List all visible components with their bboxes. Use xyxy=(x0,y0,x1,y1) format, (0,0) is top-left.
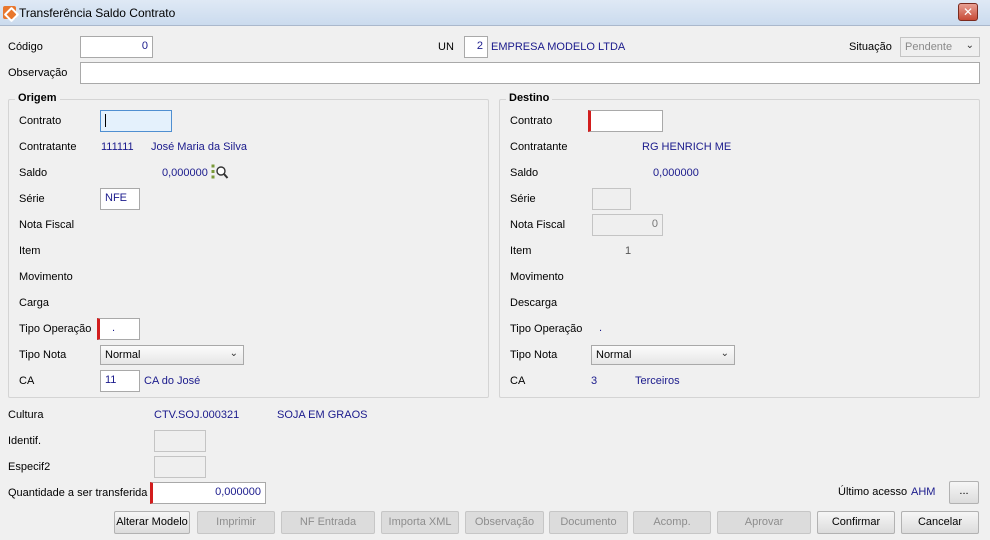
destino-ca-value: 3 xyxy=(591,375,598,387)
quantidade-label: Quantidade a ser transferida xyxy=(8,487,148,499)
destino-ca-name: Terceiros xyxy=(635,375,680,387)
close-button[interactable]: ✕ xyxy=(958,3,978,21)
origem-nota-fiscal-label: Nota Fiscal xyxy=(19,219,75,231)
documento-button[interactable]: Documento xyxy=(549,511,628,534)
aprovar-button[interactable]: Aprovar xyxy=(717,511,811,534)
text-cursor xyxy=(105,114,106,127)
observacao-button[interactable]: Observação xyxy=(465,511,544,534)
importa-xml-button[interactable]: Importa XML xyxy=(381,511,459,534)
codigo-input[interactable]: 0 xyxy=(80,36,153,58)
destino-item-label: Item xyxy=(510,245,532,257)
destino-contratante-name: RG HENRICH ME xyxy=(642,141,732,153)
cultura-code: CTV.SOJ.000321 xyxy=(154,409,240,421)
destino-tipo-nota-select[interactable]: Normal ⌄ xyxy=(591,345,735,365)
destino-tipo-nota-label: Tipo Nota xyxy=(510,349,558,361)
cultura-label: Cultura xyxy=(8,409,44,421)
un-input[interactable]: 2 xyxy=(464,36,488,58)
cancelar-button[interactable]: Cancelar xyxy=(901,511,979,534)
origem-contratante-name: José Maria da Silva xyxy=(151,141,247,153)
destino-tipo-nota-value: Normal xyxy=(596,349,632,361)
app-logo-icon xyxy=(3,6,16,19)
situacao-select[interactable]: Pendente ⌄ xyxy=(900,37,980,57)
origem-carga-label: Carga xyxy=(19,297,49,309)
destino-serie-label: Série xyxy=(510,193,536,205)
destino-contratante-label: Contratante xyxy=(510,141,568,153)
origem-item-label: Item xyxy=(19,245,41,257)
origem-ca-label: CA xyxy=(19,375,35,387)
destino-item-value: 1 xyxy=(625,245,632,257)
especif-input[interactable] xyxy=(154,456,206,478)
origem-contratante-code: 111111 xyxy=(101,141,134,153)
close-icon: ✕ xyxy=(962,5,974,19)
identif-input[interactable] xyxy=(154,430,206,452)
destino-saldo-value: 0,000000 xyxy=(653,167,699,179)
situacao-label: Situação xyxy=(849,41,892,53)
un-label: UN xyxy=(438,41,454,53)
empresa-name: EMPRESA MODELO LTDA xyxy=(491,41,626,53)
origem-contratante-label: Contratante xyxy=(19,141,77,153)
cultura-name: SOJA EM GRAOS xyxy=(277,409,368,421)
destino-ca-label: CA xyxy=(510,375,526,387)
destino-title: Destino xyxy=(506,92,553,104)
origem-tipo-nota-label: Tipo Nota xyxy=(19,349,67,361)
destino-nota-fiscal-input[interactable]: 0 xyxy=(592,214,663,236)
destino-tipo-operacao-label: Tipo Operação xyxy=(510,323,583,335)
nf-entrada-button[interactable]: NF Entrada xyxy=(281,511,375,534)
chevron-down-icon: ⌄ xyxy=(965,40,974,51)
quantidade-input[interactable]: 0,000000 xyxy=(150,482,266,504)
origem-contrato-label: Contrato xyxy=(19,115,62,127)
alterar-modelo-button[interactable]: Alterar Modelo xyxy=(114,511,190,534)
origem-saldo-label: Saldo xyxy=(19,167,48,179)
origem-ca-name: CA do José xyxy=(144,375,201,387)
origem-title: Origem xyxy=(15,92,60,104)
acomp-button[interactable]: Acomp. xyxy=(633,511,711,534)
especif-label: Especif2 xyxy=(8,461,51,473)
destino-group: Destino xyxy=(499,92,980,398)
ultimo-acesso-value: AHM xyxy=(911,486,936,498)
origem-tipo-operacao-input[interactable]: . xyxy=(97,318,140,340)
destino-nota-fiscal-label: Nota Fiscal xyxy=(510,219,566,231)
ultimo-acesso-label: Último acesso xyxy=(838,486,908,498)
origem-saldo-value: 0,000000 xyxy=(162,167,208,179)
chevron-down-icon: ⌄ xyxy=(720,348,729,359)
confirmar-button[interactable]: Confirmar xyxy=(817,511,895,534)
origem-movimento-label: Movimento xyxy=(19,271,73,283)
magnifier-icon[interactable] xyxy=(211,164,229,180)
origem-tipo-nota-select[interactable]: Normal ⌄ xyxy=(100,345,244,365)
codigo-label: Código xyxy=(8,41,43,53)
destino-serie-input[interactable] xyxy=(592,188,631,210)
destino-contrato-label: Contrato xyxy=(510,115,553,127)
origem-group: Origem xyxy=(8,92,489,398)
destino-descarga-label: Descarga xyxy=(510,297,558,309)
imprimir-button[interactable]: Imprimir xyxy=(197,511,275,534)
observacao-label: Observação xyxy=(8,67,68,79)
destino-tipo-operacao-value: . xyxy=(599,322,603,334)
origem-tipo-nota-value: Normal xyxy=(105,349,141,361)
origem-serie-input[interactable]: NFE xyxy=(100,188,140,210)
origem-contrato-input[interactable] xyxy=(100,110,172,132)
chevron-down-icon: ⌄ xyxy=(229,348,238,359)
window-title: Transferência Saldo Contrato xyxy=(19,6,176,20)
identif-label: Identif. xyxy=(8,435,42,447)
origem-ca-input[interactable]: 11 xyxy=(100,370,140,392)
situacao-value: Pendente xyxy=(905,41,953,53)
destino-saldo-label: Saldo xyxy=(510,167,539,179)
origem-serie-label: Série xyxy=(19,193,45,205)
observacao-input[interactable] xyxy=(80,62,980,84)
origem-tipo-operacao-label: Tipo Operação xyxy=(19,323,92,335)
destino-contrato-input[interactable] xyxy=(588,110,663,132)
ellipsis-button[interactable]: ... xyxy=(949,481,979,504)
destino-movimento-label: Movimento xyxy=(510,271,564,283)
title-bar: Transferência Saldo Contrato ✕ xyxy=(0,0,990,26)
